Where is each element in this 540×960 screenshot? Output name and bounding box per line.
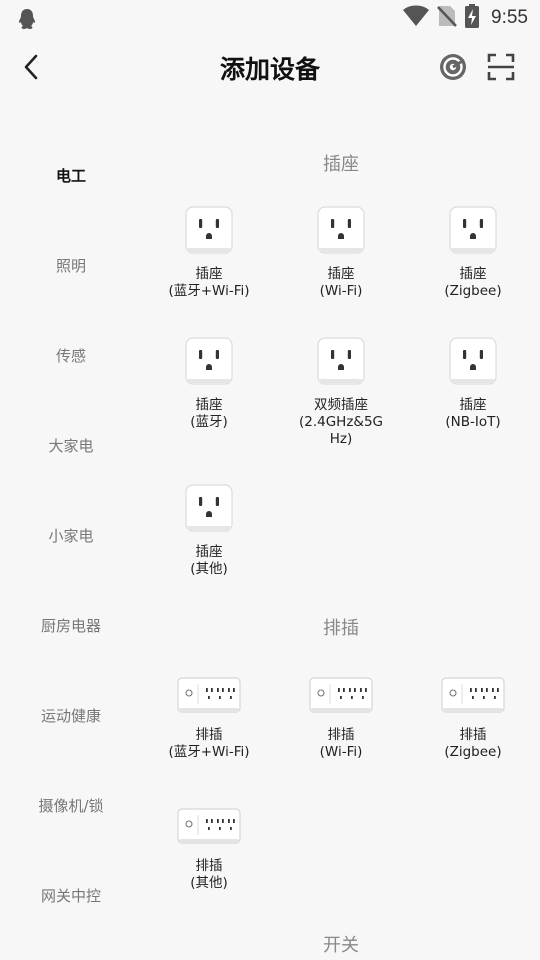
scan-icon <box>487 53 515 81</box>
sidebar-item-electrical[interactable]: 电工 <box>0 130 142 220</box>
sidebar-item-health[interactable]: 运动健康 <box>0 670 142 760</box>
outlet-icon <box>185 484 233 532</box>
device-socket-nb-iot[interactable]: 插座 (NB-IoT) <box>407 337 539 431</box>
auto-discover-button[interactable] <box>436 50 470 84</box>
status-bar: 9:55 <box>0 0 540 36</box>
qq-notification-icon <box>17 8 37 34</box>
section-title-switch: 开关 <box>323 935 359 956</box>
device-socket-bt-wifi[interactable]: 插座 (蓝牙+Wi-Fi) <box>143 206 275 300</box>
device-socket-wifi[interactable]: 插座 (Wi-Fi) <box>275 206 407 300</box>
device-strip-zigbee[interactable]: 排插 (Zigbee) <box>407 675 539 761</box>
outlet-icon <box>185 206 233 254</box>
power-strip-icon <box>441 677 505 713</box>
outlet-icon <box>185 337 233 385</box>
radar-scan-icon <box>440 54 466 80</box>
outlet-icon <box>449 337 497 385</box>
device-socket-bt[interactable]: 插座 (蓝牙) <box>143 337 275 431</box>
device-socket-zigbee[interactable]: 插座 (Zigbee) <box>407 206 539 300</box>
device-strip-other[interactable]: 排插 (其他) <box>143 806 275 892</box>
sidebar-item-sensors[interactable]: 传感 <box>0 310 142 400</box>
sidebar-item-kitchen[interactable]: 厨房电器 <box>0 580 142 670</box>
sidebar-item-large-appliances[interactable]: 大家电 <box>0 400 142 490</box>
no-sim-icon <box>437 5 457 31</box>
outlet-icon <box>449 206 497 254</box>
device-socket-dual-band[interactable]: 双频插座 (2.4GHz&5GHz) <box>275 337 407 448</box>
device-socket-other[interactable]: 插座 (其他) <box>143 484 275 578</box>
power-strip-icon <box>177 808 241 844</box>
outlet-icon <box>317 206 365 254</box>
scan-qr-button[interactable] <box>484 50 518 84</box>
outlet-icon <box>317 337 365 385</box>
power-strip-icon <box>309 677 373 713</box>
power-strip-icon <box>177 677 241 713</box>
sidebar-item-small-appliances[interactable]: 小家电 <box>0 490 142 580</box>
app-header: 添加设备 <box>0 36 540 98</box>
wifi-icon <box>403 5 430 31</box>
section-title-socket: 插座 <box>323 154 359 175</box>
device-strip-bt-wifi[interactable]: 排插 (蓝牙+Wi-Fi) <box>143 675 275 761</box>
section-title-power-strip: 排插 <box>323 618 359 639</box>
sidebar-item-gateway[interactable]: 网关中控 <box>0 850 142 940</box>
sidebar-item-lighting[interactable]: 照明 <box>0 220 142 310</box>
device-strip-wifi[interactable]: 排插 (Wi-Fi) <box>275 675 407 761</box>
sidebar-item-camera-lock[interactable]: 摄像机/锁 <box>0 760 142 850</box>
battery-charging-icon <box>465 4 480 32</box>
category-sidebar: 电工 照明 传感 大家电 小家电 厨房电器 运动健康 摄像机/锁 网关中控 <box>0 130 142 940</box>
status-time: 9:55 <box>491 7 528 28</box>
